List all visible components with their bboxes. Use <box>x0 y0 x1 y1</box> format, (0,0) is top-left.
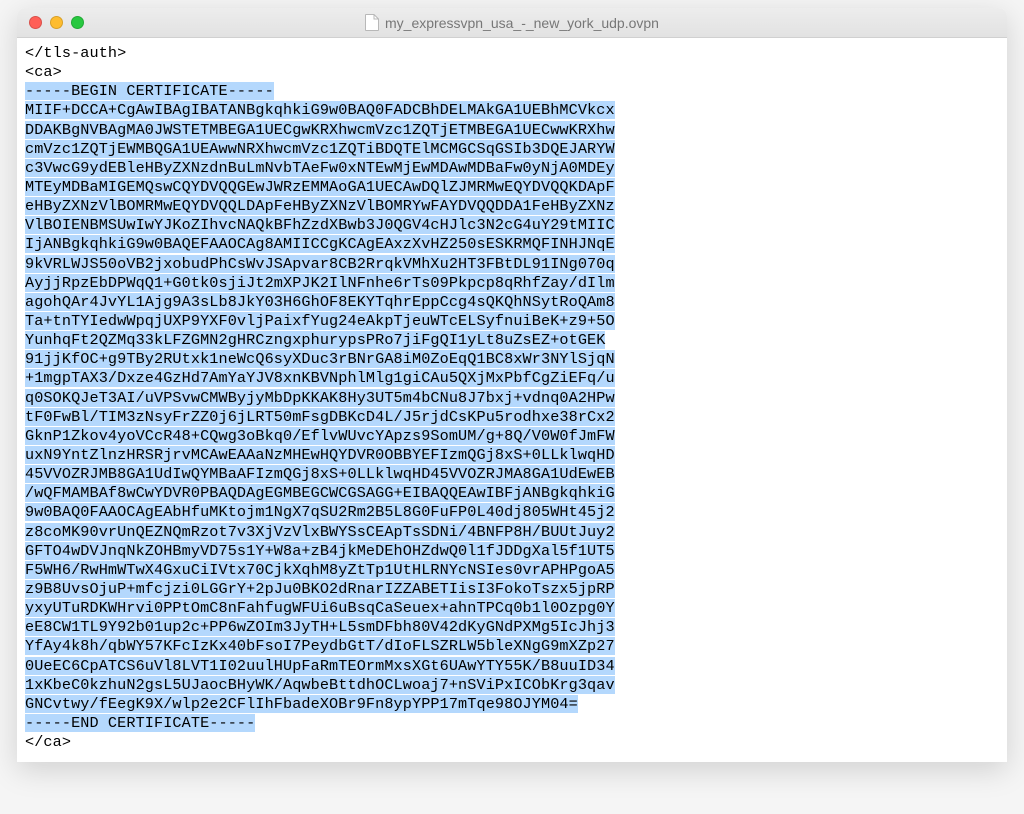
titlebar: my_expressvpn_usa_-_new_york_udp.ovpn <box>17 8 1007 38</box>
document-icon <box>365 14 379 31</box>
window-title: my_expressvpn_usa_-_new_york_udp.ovpn <box>385 15 659 31</box>
text-selection: -----BEGIN CERTIFICATE----- MIIF+DCCA+Cg… <box>25 82 615 732</box>
title-area: my_expressvpn_usa_-_new_york_udp.ovpn <box>29 14 995 31</box>
close-button[interactable] <box>29 16 42 29</box>
text-after: </ca> <box>25 733 71 751</box>
text-before: </tls-auth> <ca> <box>25 44 126 81</box>
editor-window: my_expressvpn_usa_-_new_york_udp.ovpn </… <box>17 8 1007 762</box>
zoom-button[interactable] <box>71 16 84 29</box>
window-controls <box>29 16 84 29</box>
minimize-button[interactable] <box>50 16 63 29</box>
text-content[interactable]: </tls-auth> <ca> -----BEGIN CERTIFICATE-… <box>17 38 1007 762</box>
